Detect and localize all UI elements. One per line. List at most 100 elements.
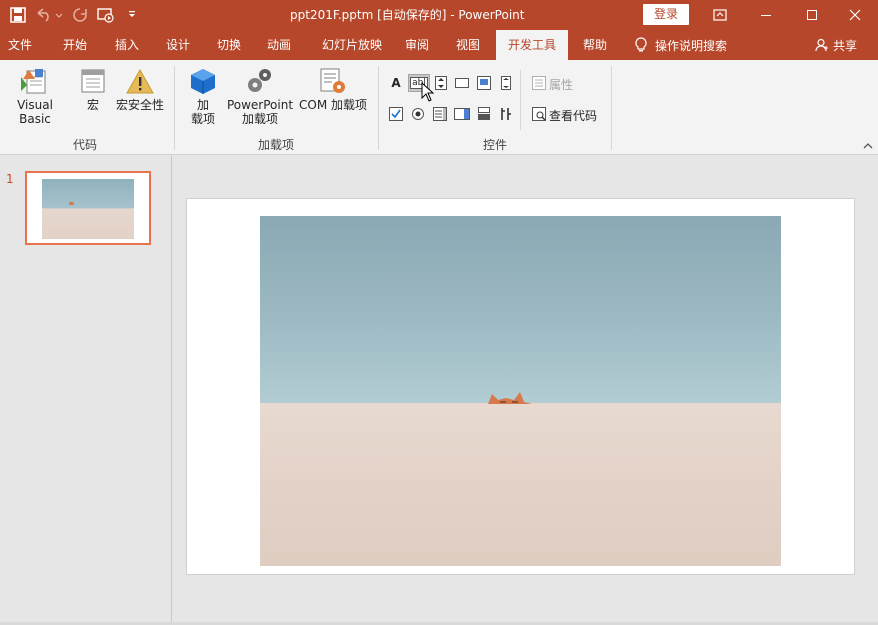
minimize-button[interactable] [743,0,789,30]
minimize-icon [761,15,771,16]
tab-transitions[interactable]: 切换 [209,30,249,60]
person-icon [815,38,828,52]
tab-developer[interactable]: 开发工具 [496,30,568,60]
tools-icon [501,108,511,120]
visual-basic-button[interactable]: Visual Basic [0,67,70,126]
macros-label: 宏 [86,98,99,112]
macros-icon [81,69,105,93]
addins-group-label: 加载项 [257,138,294,152]
quick-access-toolbar [6,0,144,30]
redo-icon [73,8,87,22]
toggle-icon [478,107,490,120]
addins-label-line1: 加 [196,98,209,112]
maximize-icon [807,10,817,20]
com-addins-label: COM 加载项 [299,98,367,112]
lightbulb-icon [635,37,647,52]
radio-icon [412,108,424,120]
save-icon [10,7,26,23]
image-control-icon [477,76,491,90]
com-addins-button[interactable]: COM 加载项 [297,67,369,112]
ppt-addins-label-line1: PowerPoint [226,98,294,112]
close-icon [849,9,861,21]
tab-file[interactable]: 文件 [0,30,40,60]
spin-button-icon [435,76,447,90]
tell-me-label: 操作说明搜索 [655,38,728,53]
more-controls-button[interactable] [497,105,515,123]
view-code-icon [532,107,546,121]
listbox-icon [433,107,447,121]
customize-qat-button[interactable] [120,3,144,27]
login-button[interactable]: 登录 [643,4,689,25]
mouse-cursor-icon [421,82,435,102]
redo-button[interactable] [68,3,92,27]
tab-animations[interactable]: 动画 [259,30,299,60]
window-title: ppt201F.pptm [自动保存的] - PowerPoint [290,8,525,22]
properties-icon [532,76,546,90]
addins-cube-icon [191,69,215,94]
macros-button[interactable]: 宏 [76,67,110,112]
tab-help[interactable]: 帮助 [575,30,615,60]
view-code-icon-slot [530,105,548,123]
tab-slideshow[interactable]: 幻灯片放映 [313,30,391,60]
listbox-control[interactable] [431,105,449,123]
com-addins-icon [320,68,345,93]
visual-basic-icon [21,69,46,94]
ppt-addins-label-line2: 加载项 [241,112,278,126]
undo-button[interactable] [32,3,66,27]
combobox-icon [454,108,470,120]
combobox-control[interactable] [453,105,471,123]
slide-number: 1 [6,172,14,186]
properties-button[interactable]: 属性 [549,76,573,93]
addins-button[interactable]: 加 载项 [186,67,220,126]
toggle-button-control[interactable] [475,105,493,123]
collapse-ribbon-icon[interactable] [862,140,874,152]
tab-review[interactable]: 审阅 [397,30,437,60]
controls-group-label: 控件 [482,138,507,152]
save-button[interactable] [6,3,30,27]
share-button[interactable]: 共享 [815,30,857,60]
checkbox-icon [389,107,403,121]
powerpoint-addins-button[interactable]: PowerPoint 加载项 [226,67,294,126]
tab-home[interactable]: 开始 [55,30,95,60]
group-separator [611,66,612,150]
scrollbar-control[interactable] [497,74,515,92]
label-control-button[interactable]: A [387,74,405,92]
ribbon-display-options-button[interactable] [697,0,743,30]
tab-view[interactable]: 视图 [448,30,488,60]
ribbon-tab-bar: 文件 开始 插入 设计 切换 动画 幻灯片放映 审阅 视图 开发工具 帮助 操作… [0,30,878,60]
tell-me-search[interactable]: 操作说明搜索 [635,30,727,60]
thumbnail-cat-detail [69,202,74,205]
tab-insert[interactable]: 插入 [107,30,147,60]
slide-thumbnail[interactable] [25,171,151,245]
addins-label-line2: 载项 [190,112,215,126]
start-from-beginning-button[interactable] [94,3,118,27]
group-separator [174,66,175,150]
chevron-down-icon [129,11,135,17]
tab-design[interactable]: 设计 [158,30,198,60]
label-control-glyph: A [391,76,401,90]
macro-security-button[interactable]: 宏安全性 [114,67,166,112]
macro-security-label: 宏安全性 [115,98,164,112]
ribbon-developer: Visual Basic 宏 宏安全性 代码 加 载项 PowerPoint 加… [0,60,878,155]
photo-sky [260,216,781,406]
ribbon-options-icon [713,9,727,21]
slideshow-icon [97,8,114,23]
cat-head-image [488,392,532,404]
title-bar: ppt201F.pptm [自动保存的] - PowerPoint 登录 [0,0,878,30]
undo-icon [37,8,63,22]
maximize-button[interactable] [789,0,835,30]
option-button-control[interactable] [409,105,427,123]
group-separator [520,70,521,130]
command-button-icon [455,78,469,88]
command-button-control[interactable] [453,74,471,92]
image-control[interactable] [475,74,493,92]
close-button[interactable] [832,0,878,30]
scrollbar-icon [501,76,511,90]
share-label: 共享 [833,38,858,53]
slide-photo[interactable] [260,216,781,566]
view-code-button[interactable]: 查看代码 [549,107,597,124]
checkbox-control[interactable] [387,105,405,123]
visual-basic-label: Visual Basic [17,98,53,126]
thumbnail-image [42,179,134,239]
warning-icon [126,68,154,94]
